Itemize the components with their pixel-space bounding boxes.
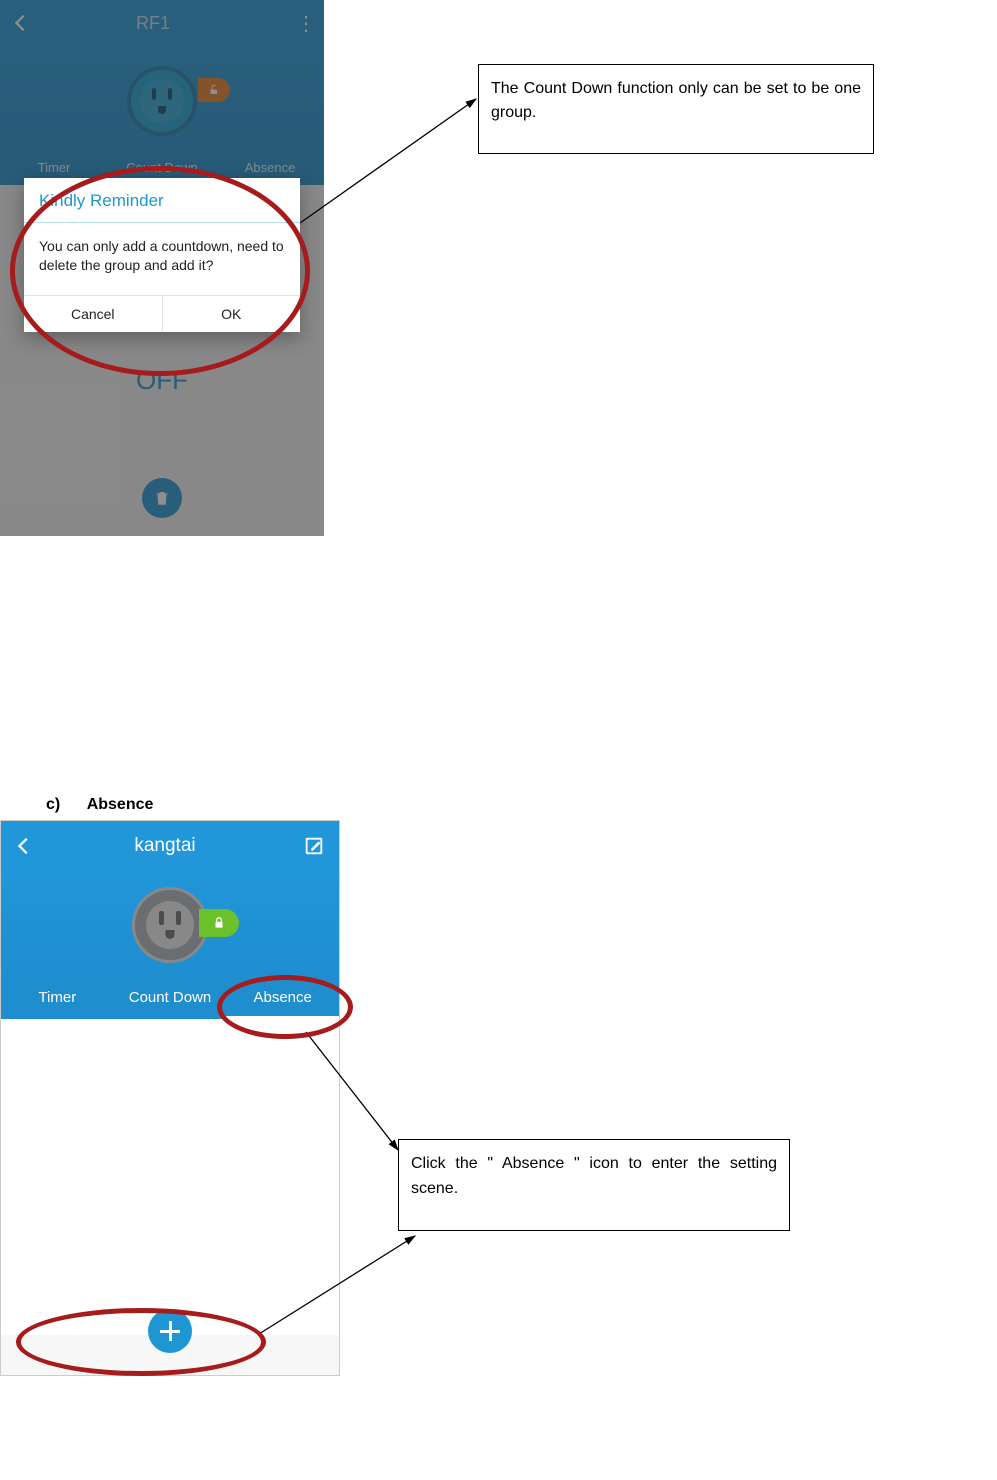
- tab-timer[interactable]: Timer: [1, 979, 114, 1019]
- add-button[interactable]: [148, 1309, 192, 1353]
- tab-countdown[interactable]: Count Down: [114, 979, 227, 1019]
- ok-button[interactable]: OK: [163, 296, 301, 332]
- screenshot-countdown-reminder: RF1 ⋮ Timer Count Down Absence OFF Kindl…: [0, 0, 324, 536]
- app-header: kangtai: [1, 821, 339, 871]
- outlet-icon: [132, 887, 208, 963]
- device-icon-area: [1, 871, 339, 979]
- annotation-arrow: [300, 95, 490, 235]
- dialog-body: You can only add a countdown, need to de…: [24, 223, 300, 295]
- lock-badge: [199, 909, 239, 937]
- reminder-dialog: Kindly Reminder You can only add a count…: [24, 178, 300, 332]
- callout-text-countdown: The Count Down function only can be set …: [478, 64, 874, 154]
- cancel-button[interactable]: Cancel: [24, 296, 163, 332]
- edit-icon[interactable]: [303, 835, 325, 857]
- dialog-title: Kindly Reminder: [24, 178, 300, 222]
- section-heading-absence: c) Absence: [46, 796, 153, 814]
- callout-text-absence: Click the " Absence " icon to enter the …: [398, 1139, 790, 1231]
- dialog-actions: Cancel OK: [24, 295, 300, 332]
- tab-absence[interactable]: Absence: [226, 979, 339, 1019]
- section-bullet: c): [46, 796, 60, 813]
- screenshot-absence-tab: kangtai Timer Count Down Absence: [0, 820, 340, 1376]
- header-title: kangtai: [27, 835, 303, 857]
- section-title: Absence: [87, 796, 154, 813]
- absence-list-empty: [1, 1019, 339, 1335]
- tabs-row: Timer Count Down Absence: [1, 979, 339, 1019]
- lock-icon: [212, 916, 226, 930]
